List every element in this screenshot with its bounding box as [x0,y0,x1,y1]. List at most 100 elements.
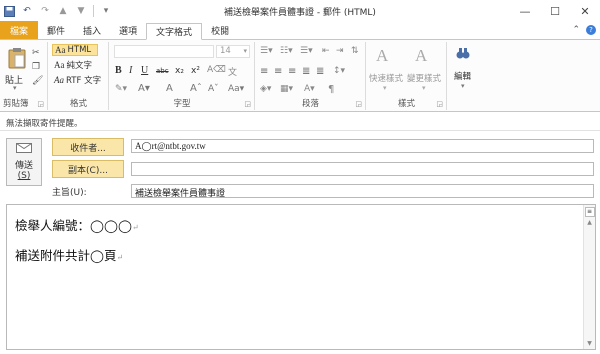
maximize-button[interactable]: ☐ [540,0,570,22]
change-styles-icon[interactable]: A [415,46,427,66]
highlight-icon[interactable]: ✎▾ [115,84,127,94]
grow-font-icon[interactable]: Aˆ [190,83,202,94]
format-rtf-option[interactable]: Aa RTF 文字 [52,74,103,86]
multilevel-icon[interactable]: ☰▾ [300,46,313,56]
aa-icon: Aa [54,75,64,85]
shrink-font-icon[interactable]: Aˇ [208,84,219,94]
shading-icon[interactable]: ◈▾ [260,84,271,94]
font-color-icon[interactable]: A▾ [138,83,150,94]
title-bar: ↶ ↷ ▲ ▼ ▾ 補送檢舉案件員體事證 - 郵件 (HTML) — ☐ ✕ [0,0,600,22]
to-field[interactable]: A◯rt@ntbt.gov.tw [131,139,594,153]
tab-format-text[interactable]: 文字格式 [146,23,203,40]
align-center-icon[interactable]: ≡ [274,66,282,77]
send-icon [16,143,32,156]
body-line-2: 補送附件共計◯頁↵ [15,248,124,263]
line-spacing-icon[interactable]: ↕▾ [333,66,345,76]
justify-icon[interactable]: ≣ [302,66,310,77]
superscript-icon[interactable]: x² [191,66,200,76]
redo-icon[interactable]: ↷ [39,5,51,17]
customize-icon[interactable]: ▾ [100,5,112,17]
format-group: Aa HTML Aa 純文字 Aa RTF 文字 格式 [49,42,109,110]
collapse-ribbon-icon[interactable]: ⌃ [572,25,580,35]
change-styles-label[interactable]: 變更樣式 [407,72,441,84]
send-button[interactable]: 傳送 (S) [6,138,42,186]
editing-label[interactable]: 編輯 [454,70,471,82]
tab-file[interactable]: 檔案 [0,21,38,39]
strikethrough-icon[interactable]: abc [156,67,169,75]
paragraph-launcher-icon[interactable]: ◲ [355,100,362,108]
undo-icon[interactable]: ↶ [21,5,33,17]
asian-layout-icon[interactable]: A▾ [304,84,315,94]
message-body[interactable]: 檢舉人編號：◯◯◯↵ 補送附件共計◯頁↵ ≡ ▲ ▼ [6,204,596,350]
copy-icon[interactable]: ❐ [32,62,40,72]
vertical-scrollbar[interactable]: ≡ ▲ ▼ [583,205,595,349]
paste-icon[interactable] [6,46,28,70]
close-button[interactable]: ✕ [570,0,600,22]
distributed-icon[interactable]: ≣ [316,66,324,77]
rtf-label: RTF 文字 [66,76,102,86]
paragraph-group: ☰▾ ☷▾ ☰▾ ⇤ ⇥ ⇅ ≡ ≡ ≡ ≣ ≣ ↕▾ ◈▾ ▦▾ A▾ ¶ 段… [256,42,366,110]
clipboard-launcher-icon[interactable]: ◲ [37,100,44,108]
font-size-combo[interactable]: 14 ▾ [216,45,250,58]
cut-icon[interactable]: ✂ [32,48,40,58]
help-icon[interactable]: ? [586,25,596,35]
html-label: HTML [67,45,92,55]
borders-icon[interactable]: ▦▾ [280,84,293,94]
format-html-option[interactable]: Aa HTML [52,44,98,56]
subscript-icon[interactable]: x₂ [175,66,184,76]
cc-field[interactable] [131,162,594,176]
char-shading-icon[interactable]: A [166,83,173,94]
minimize-button[interactable]: — [510,0,540,22]
ruler-icon[interactable]: ≡ [584,207,595,217]
down-arrow-icon[interactable]: ▼ [75,5,87,17]
tab-options[interactable]: 選項 [110,22,146,39]
quick-styles-label[interactable]: 快速樣式 [369,72,403,84]
binoculars-icon[interactable] [456,46,470,60]
decrease-indent-icon[interactable]: ⇤ [322,46,330,56]
separator [93,5,94,17]
font-group: 14 ▾ B I U abc x₂ x² A⌫ 文 ✎▾ A▾ A Aˆ Aˇ … [110,42,255,110]
tab-message[interactable]: 郵件 [38,22,74,39]
quick-access-toolbar: ↶ ↷ ▲ ▼ ▾ [0,5,112,17]
tab-review[interactable]: 校閱 [202,22,238,39]
styles-group: A 快速樣式 ▾ A 變更樣式 ▾ 樣式 ◲ [367,42,447,110]
styles-launcher-icon[interactable]: ◲ [436,100,443,108]
phonetic-icon[interactable]: 文 [228,65,237,78]
chevron-down-icon: ▾ [383,84,387,92]
italic-icon[interactable]: I [129,65,132,76]
sort-icon[interactable]: ⇅ [351,46,359,56]
scroll-up-icon[interactable]: ▲ [584,219,595,226]
aa-icon: Aa [55,45,66,55]
subject-field[interactable]: 補送檢舉案件員體事證 [131,184,594,198]
paragraph-group-label: 段落 [301,99,319,109]
editing-group: 編輯 ▾ [448,42,478,110]
chevron-down-icon: ▾ [243,47,247,55]
numbering-icon[interactable]: ☷▾ [280,46,293,56]
styles-group-label: 樣式 [397,99,415,109]
paste-dropdown-icon[interactable]: ▾ [13,84,17,92]
increase-indent-icon[interactable]: ⇥ [336,46,344,56]
align-right-icon[interactable]: ≡ [288,66,296,77]
bold-icon[interactable]: B [115,65,122,76]
up-arrow-icon[interactable]: ▲ [57,5,69,17]
bullets-icon[interactable]: ☰▾ [260,46,273,56]
font-launcher-icon[interactable]: ◲ [244,100,251,108]
to-button[interactable]: 收件者... [52,138,124,156]
format-plain-option[interactable]: Aa 純文字 [52,59,94,71]
scroll-down-icon[interactable]: ▼ [584,340,595,347]
font-name-combo[interactable] [114,45,214,58]
align-left-icon[interactable]: ≡ [260,66,268,77]
change-case-icon[interactable]: Aa▾ [228,84,244,94]
cc-button[interactable]: 副本(C)... [52,160,124,178]
plain-label: 純文字 [66,61,93,71]
clipboard-group: 貼上 ▾ ✂ ❐ 🖌 剪貼簿 ◲ [0,42,48,110]
save-icon[interactable] [3,5,15,17]
clear-format-icon[interactable]: A⌫ [207,65,226,75]
font-size-value: 14 [220,46,231,56]
format-painter-icon[interactable]: 🖌 [32,76,43,86]
tab-insert[interactable]: 插入 [74,22,110,39]
underline-icon[interactable]: U [141,65,148,76]
aa-icon: Aa [54,60,65,70]
quick-styles-icon[interactable]: A [376,46,388,66]
show-marks-icon[interactable]: ¶ [328,84,334,95]
